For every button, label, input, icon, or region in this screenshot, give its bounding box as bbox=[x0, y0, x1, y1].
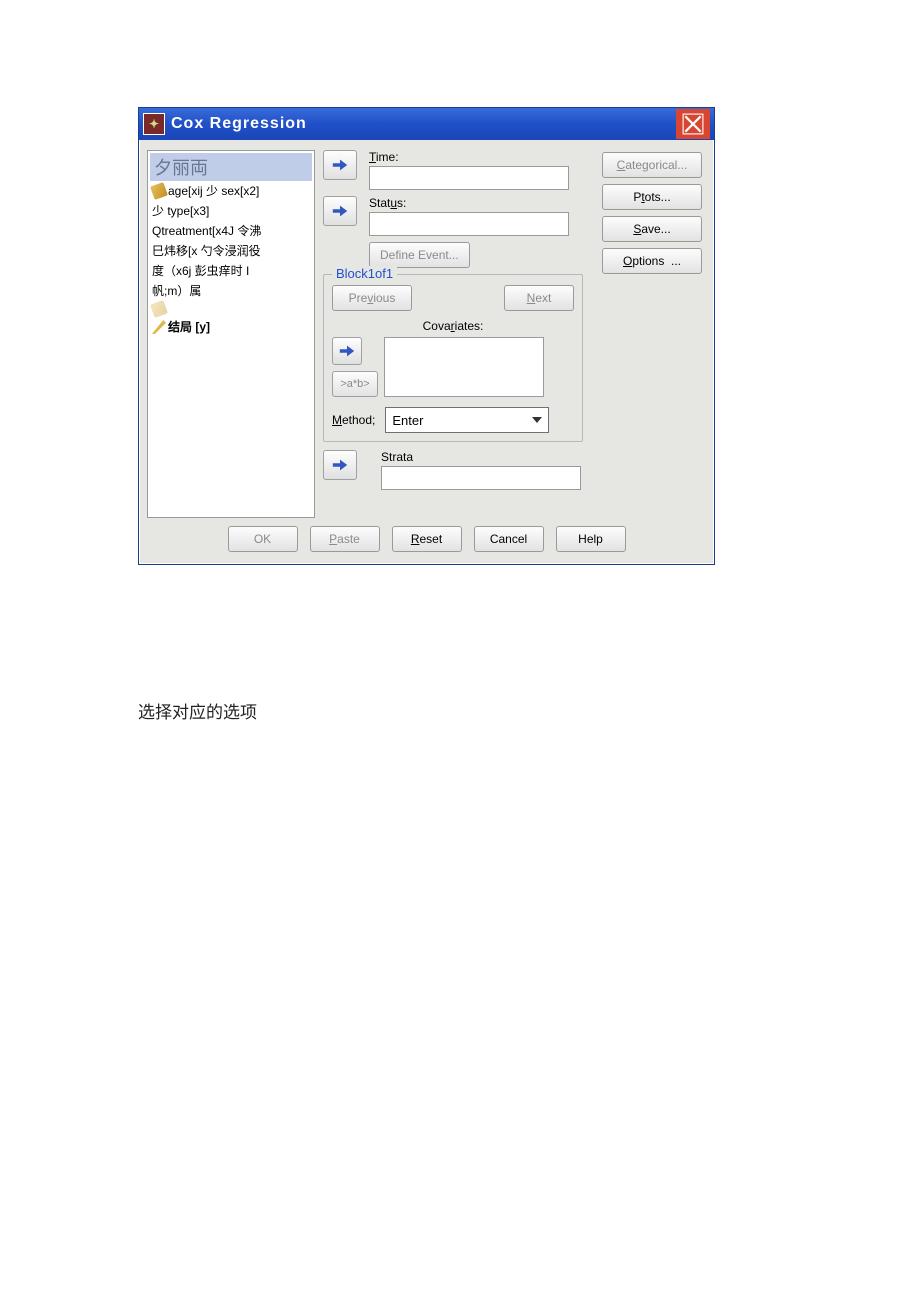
dialog-body: 夕丽両 age[xij 少 sex[x2] 少 type[x3] Qtreatm… bbox=[139, 140, 714, 564]
plots-button[interactable]: Ptots... bbox=[602, 184, 702, 210]
titlebar: ✦ Cox Regression bbox=[139, 108, 714, 140]
variable-item[interactable]: 巳炜移[x 勺令浸润役 bbox=[150, 241, 312, 261]
method-label: Method; bbox=[332, 413, 375, 427]
chevron-down-icon bbox=[532, 417, 542, 423]
status-input[interactable] bbox=[369, 212, 569, 236]
app-icon: ✦ bbox=[143, 113, 165, 135]
strata-label: Strata bbox=[381, 450, 583, 464]
method-value: Enter bbox=[392, 413, 423, 428]
interaction-ab-button[interactable]: >a*b> bbox=[332, 371, 378, 397]
pencil-icon bbox=[152, 320, 166, 334]
options-button[interactable]: Options ... bbox=[602, 248, 702, 274]
arrow-right-icon bbox=[331, 157, 349, 173]
variable-list[interactable]: 夕丽両 age[xij 少 sex[x2] 少 type[x3] Qtreatm… bbox=[147, 150, 315, 518]
move-to-time-button[interactable] bbox=[323, 150, 357, 180]
cox-regression-dialog: ✦ Cox Regression 夕丽両 age[xij 少 sex[x2] 少… bbox=[138, 107, 715, 565]
previous-button[interactable]: Previous bbox=[332, 285, 412, 311]
variable-item[interactable]: 度（x6j 彭虫痒时 I bbox=[150, 261, 312, 281]
scale-icon bbox=[150, 182, 168, 200]
dialog-buttons: OK Paste Reset Cancel Help bbox=[147, 518, 706, 556]
strata-input[interactable] bbox=[381, 466, 581, 490]
covariates-list[interactable] bbox=[384, 337, 544, 397]
page-caption: 选择对应的选项 bbox=[138, 698, 257, 723]
time-label: Time: bbox=[369, 150, 583, 164]
variable-selected[interactable]: 夕丽両 bbox=[150, 153, 312, 181]
variable-item[interactable]: Qtreatment[x4J 令沸 bbox=[150, 221, 312, 241]
save-button[interactable]: Save... bbox=[602, 216, 702, 242]
define-event-button[interactable]: Define Event... bbox=[369, 242, 470, 268]
scale-icon bbox=[150, 300, 168, 318]
arrow-right-icon bbox=[331, 457, 349, 473]
dialog-title: Cox Regression bbox=[171, 115, 676, 133]
variable-item[interactable]: 结局 [y] bbox=[150, 317, 312, 337]
move-to-strata-button[interactable] bbox=[323, 450, 357, 480]
close-button[interactable] bbox=[676, 109, 710, 139]
block-legend: Block1of1 bbox=[332, 266, 397, 281]
ok-button[interactable]: OK bbox=[228, 526, 298, 552]
covariates-label: Covariates: bbox=[332, 319, 574, 333]
cancel-button[interactable]: Cancel bbox=[474, 526, 544, 552]
help-button[interactable]: Help bbox=[556, 526, 626, 552]
status-label: Status: bbox=[369, 196, 583, 210]
arrow-right-icon bbox=[338, 343, 356, 359]
method-dropdown[interactable]: Enter bbox=[385, 407, 549, 433]
variable-item[interactable]: 少 type[x3] bbox=[150, 201, 312, 221]
move-to-covariates-button[interactable] bbox=[332, 337, 362, 365]
variable-item[interactable]: 帆;m）属 bbox=[150, 281, 312, 301]
close-icon bbox=[682, 113, 704, 135]
variable-item[interactable] bbox=[150, 301, 312, 317]
variable-item[interactable]: age[xij 少 sex[x2] bbox=[150, 181, 312, 201]
paste-button[interactable]: Paste bbox=[310, 526, 380, 552]
block-fieldset: Block1of1 Previous Next Covariates: >a*b… bbox=[323, 274, 583, 442]
categorical-button[interactable]: Categorical... bbox=[602, 152, 702, 178]
next-button[interactable]: Next bbox=[504, 285, 574, 311]
reset-button[interactable]: Reset bbox=[392, 526, 462, 552]
side-buttons: Categorical... Ptots... Save... Options … bbox=[602, 152, 702, 274]
time-input[interactable] bbox=[369, 166, 569, 190]
center-panel: Time: Status: Define Event... Block1of1 bbox=[323, 150, 583, 518]
move-to-status-button[interactable] bbox=[323, 196, 357, 226]
arrow-right-icon bbox=[331, 203, 349, 219]
